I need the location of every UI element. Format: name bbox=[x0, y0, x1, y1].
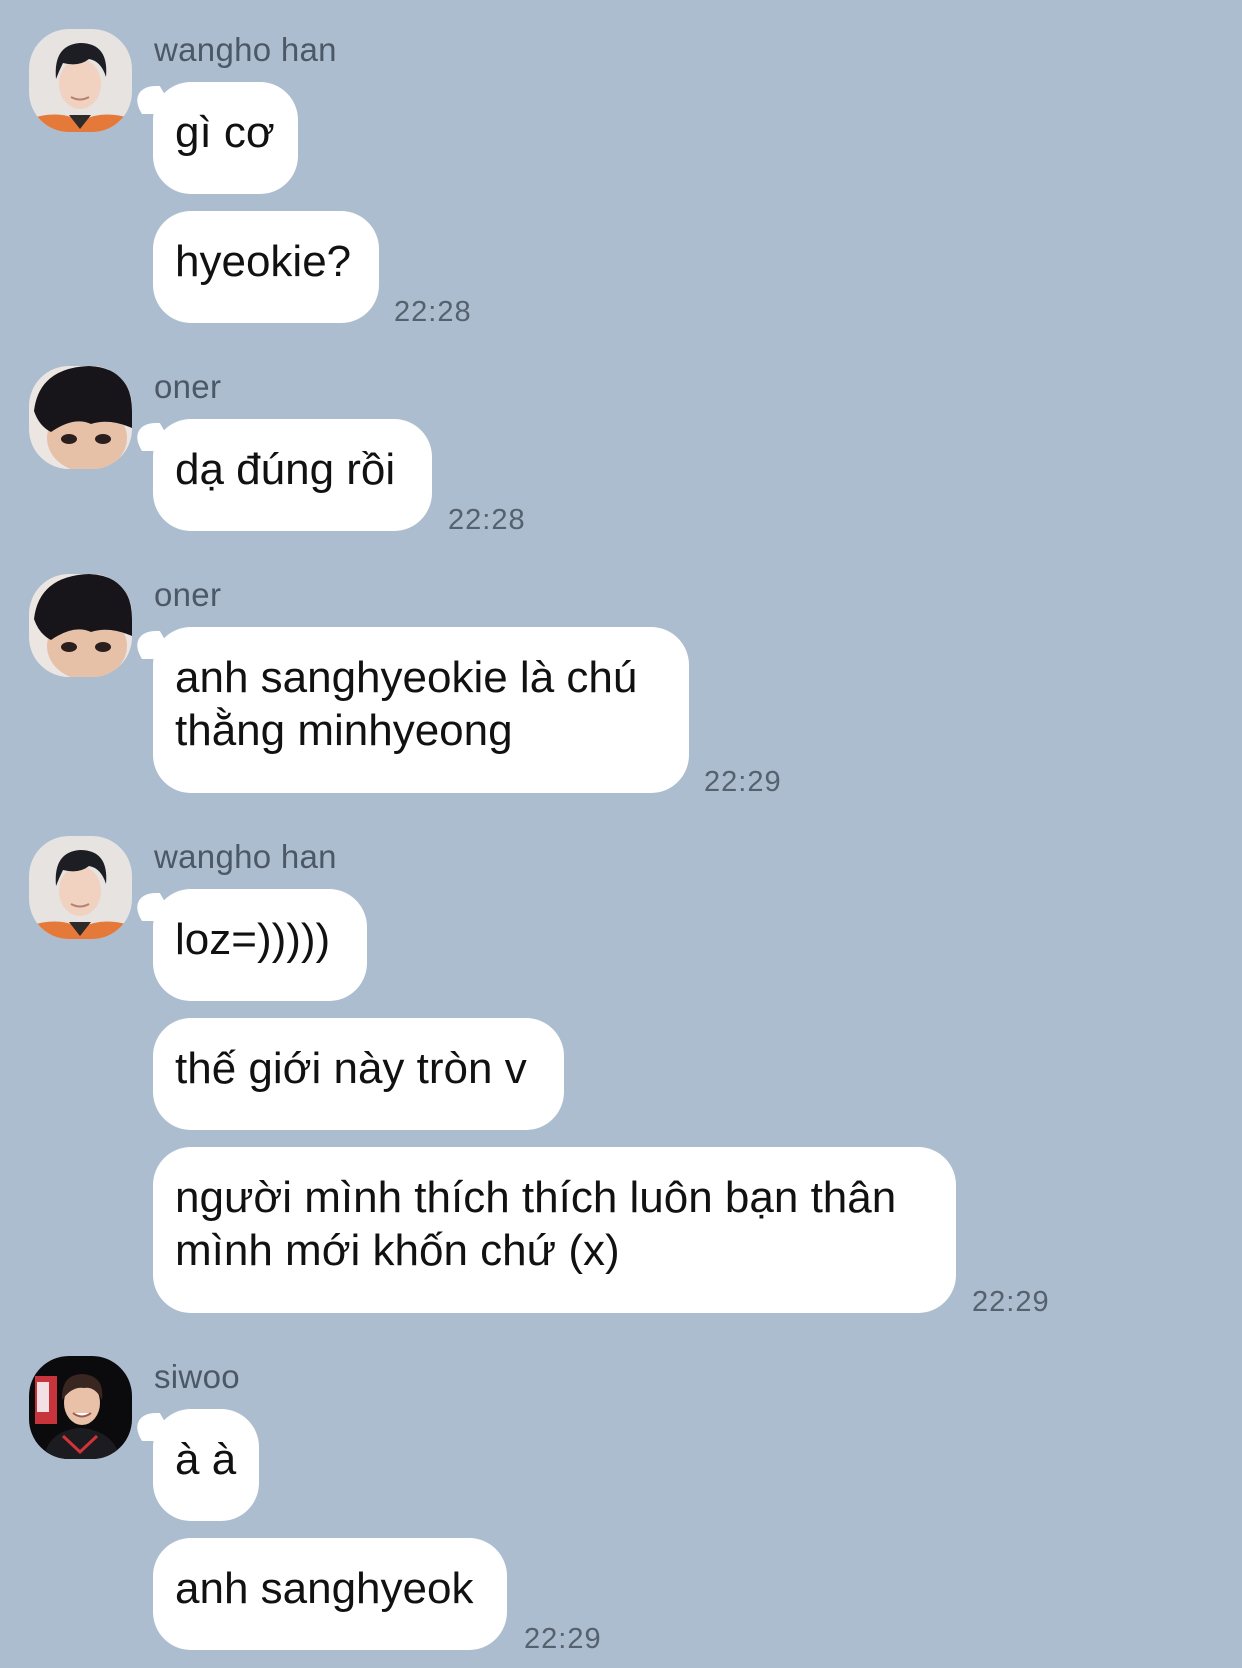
message-timestamp: 22:29 bbox=[704, 766, 782, 798]
sender-name: oner bbox=[154, 576, 222, 613]
message-bubble[interactable]: dạ đúng rồi bbox=[153, 419, 432, 531]
message-bubble[interactable]: à à bbox=[153, 1409, 259, 1521]
profile-photo-oner-icon[interactable] bbox=[29, 574, 132, 677]
message-bubble[interactable]: người mình thích thích luôn bạn thân mìn… bbox=[153, 1147, 956, 1313]
sender-name: oner bbox=[154, 368, 222, 405]
sender-name: siwoo bbox=[154, 1358, 240, 1395]
message-bubble[interactable]: anh sanghyeok bbox=[153, 1538, 507, 1650]
profile-photo-oner-icon[interactable] bbox=[29, 366, 132, 469]
message-bubble[interactable]: thế giới này tròn v bbox=[153, 1018, 564, 1130]
message-text: à à bbox=[175, 1435, 237, 1484]
sender-name: wangho han bbox=[154, 31, 337, 68]
sender-name: wangho han bbox=[154, 838, 337, 875]
message-text: loz=))))) bbox=[175, 915, 331, 964]
message-bubble[interactable]: hyeokie? bbox=[153, 211, 379, 323]
message-bubble[interactable]: anh sanghyeokie là chú thằng minhyeong bbox=[153, 627, 689, 793]
profile-photo-wangho-han-icon[interactable] bbox=[29, 836, 132, 939]
message-text: anh sanghyeokie là chú thằng minhyeong bbox=[175, 653, 638, 755]
message-text: thế giới này tròn v bbox=[175, 1044, 527, 1093]
message-text: dạ đúng rồi bbox=[175, 445, 396, 494]
message-bubble[interactable]: gì cơ bbox=[153, 82, 298, 194]
message-timestamp: 22:28 bbox=[448, 504, 526, 536]
message-timestamp: 22:29 bbox=[524, 1623, 602, 1655]
message-text: anh sanghyeok bbox=[175, 1564, 474, 1613]
profile-photo-wangho-han-icon[interactable] bbox=[29, 29, 132, 132]
chat-transcript[interactable]: wangho han gì cơ hyeokie? 22:28 oner dạ … bbox=[0, 0, 1242, 1668]
message-text: người mình thích thích luôn bạn thân mìn… bbox=[175, 1173, 897, 1275]
message-bubble[interactable]: loz=))))) bbox=[153, 889, 367, 1001]
message-timestamp: 22:29 bbox=[972, 1286, 1050, 1318]
profile-photo-siwoo-icon[interactable] bbox=[29, 1356, 132, 1459]
message-text: hyeokie? bbox=[175, 237, 352, 286]
message-text: gì cơ bbox=[175, 108, 275, 157]
message-timestamp: 22:28 bbox=[394, 296, 472, 328]
